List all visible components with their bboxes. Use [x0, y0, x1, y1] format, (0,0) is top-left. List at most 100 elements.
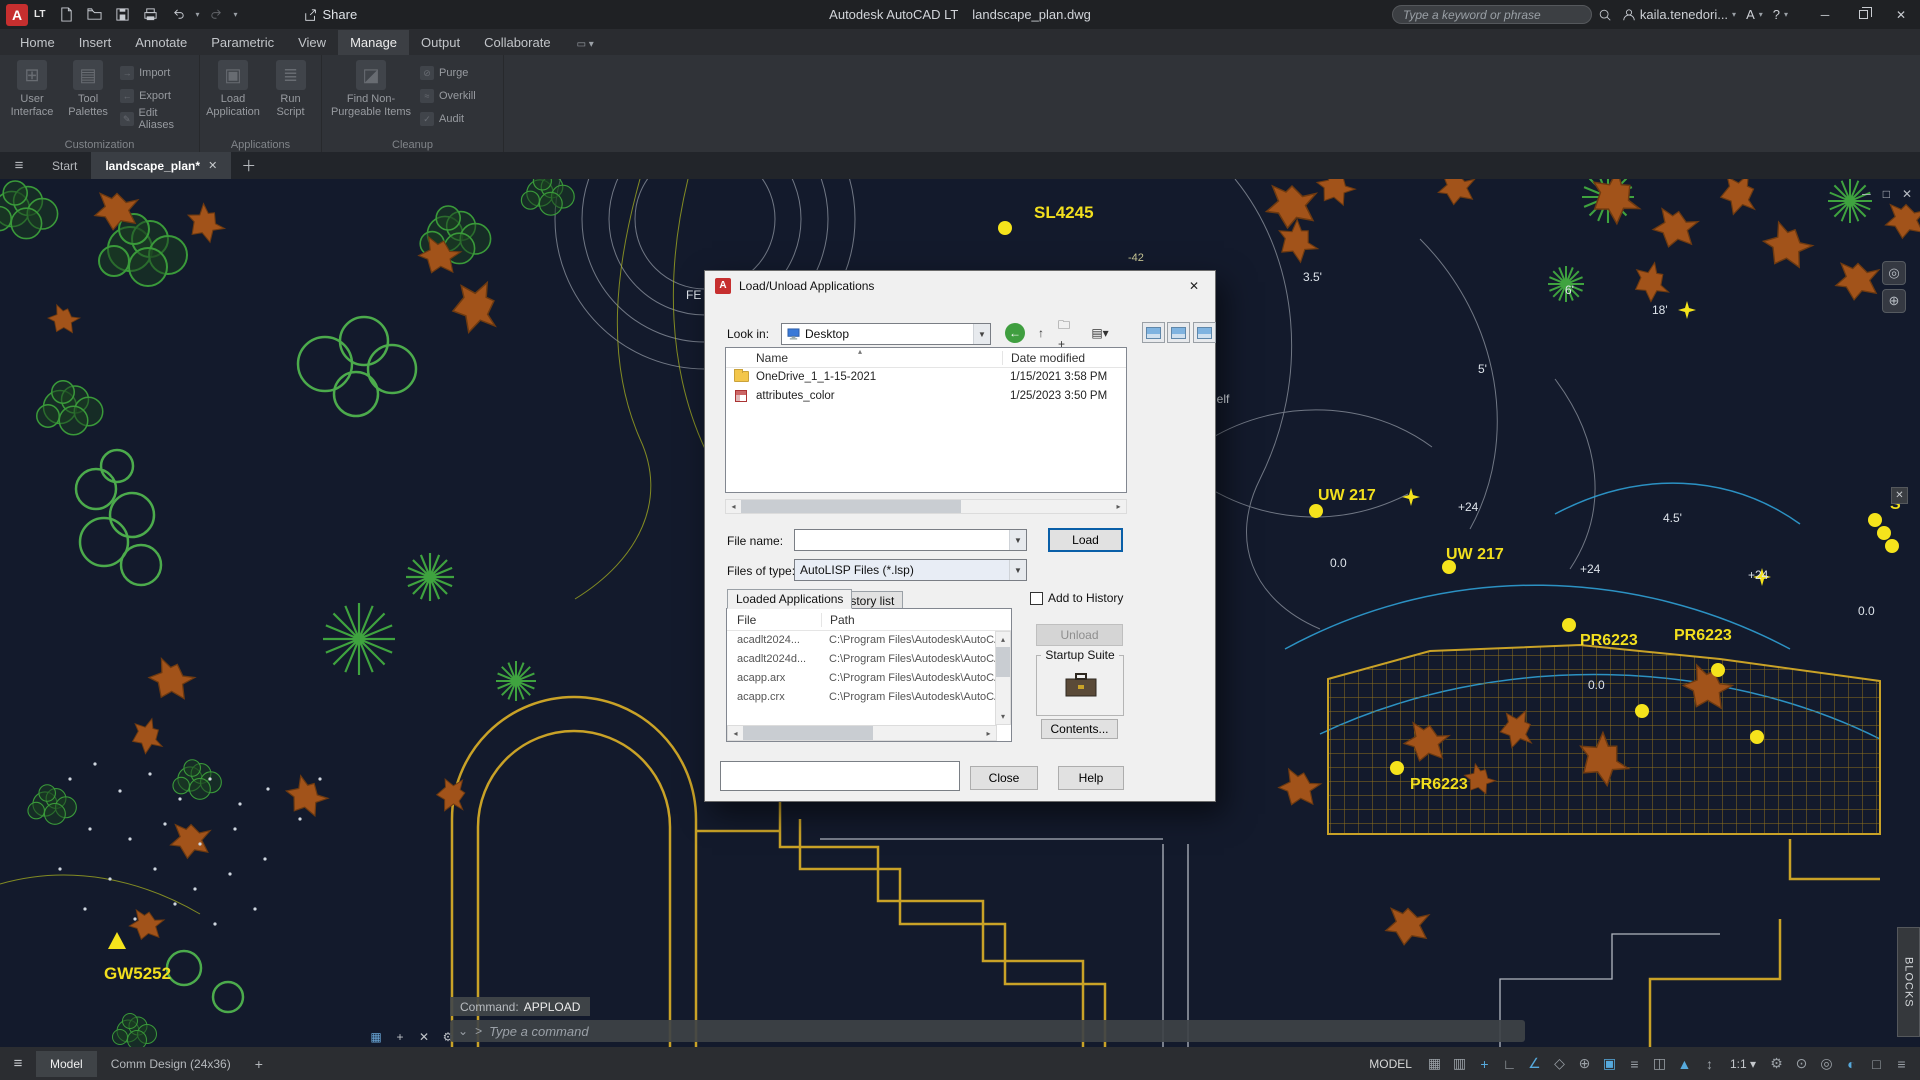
palette-close-icon[interactable]: ✕: [1891, 487, 1908, 504]
audit-button[interactable]: ✓ Audit: [420, 109, 476, 129]
undo-dropdown-icon[interactable]: ▾: [195, 10, 199, 19]
snap-icon[interactable]: ▥: [1447, 1055, 1472, 1072]
customize-icon[interactable]: ≡: [1889, 1056, 1914, 1072]
scroll-left-icon[interactable]: ◂: [726, 500, 741, 513]
autodesk-apps-menu[interactable]: A ▾: [1746, 7, 1763, 22]
overkill-button[interactable]: ≈ Overkill: [420, 86, 476, 106]
briefcase-icon[interactable]: [1064, 672, 1098, 698]
tab-manage[interactable]: Manage: [338, 30, 410, 55]
new-layout-button[interactable]: +: [245, 1050, 273, 1078]
contents-button[interactable]: Contents...: [1041, 719, 1118, 739]
undo-icon[interactable]: [167, 4, 189, 26]
file-tabs-menu-icon[interactable]: ≡: [0, 152, 38, 179]
layout-menu-icon[interactable]: ≡: [0, 1055, 36, 1072]
ribbon-display-options[interactable]: ▭ ▾: [569, 34, 602, 55]
close-button[interactable]: ✕: [1882, 0, 1920, 29]
recent-commands-icon[interactable]: ⌄: [458, 1024, 468, 1038]
look-in-dropdown[interactable]: Desktop ▼: [781, 323, 991, 345]
horizontal-scrollbar[interactable]: ◂ ▸: [725, 499, 1127, 514]
autoscale-icon[interactable]: ↕: [1697, 1056, 1722, 1072]
tab-collaborate[interactable]: Collaborate: [472, 30, 563, 55]
restore-button[interactable]: [1844, 0, 1882, 29]
layout-tab[interactable]: Comm Design (24x36): [97, 1051, 245, 1077]
drawing-close-icon[interactable]: ✕: [1902, 187, 1912, 201]
qat-customize-icon[interactable]: ▾: [234, 10, 238, 19]
tab-view[interactable]: View: [286, 30, 338, 55]
add-to-history-checkbox[interactable]: Add to History: [1030, 591, 1123, 605]
list-item[interactable]: attributes_color 1/25/2023 3:50 PM: [726, 387, 1126, 406]
pan-icon[interactable]: ⊕: [1882, 289, 1906, 313]
thumbnail-option-button-1[interactable]: [1142, 322, 1165, 343]
search-input[interactable]: [1391, 5, 1592, 24]
help-button[interactable]: Help: [1058, 766, 1124, 790]
table-row[interactable]: acadlt2024d... C:\Program Files\Autodesk…: [727, 650, 1011, 669]
loaded-applications-table[interactable]: File Path acadlt2024... C:\Program Files…: [726, 608, 1012, 742]
new-folder-icon[interactable]: 🗀+: [1057, 318, 1077, 351]
tab-loaded-applications[interactable]: Loaded Applications: [727, 589, 853, 609]
annotation-visibility-icon[interactable]: ▲: [1672, 1056, 1697, 1072]
crosshair-icon[interactable]: +: [392, 1029, 408, 1045]
back-icon[interactable]: ←: [1005, 323, 1025, 343]
file-column-header[interactable]: File: [737, 613, 756, 627]
scrollbar-thumb[interactable]: [996, 647, 1010, 677]
tab-landscape-plan[interactable]: landscape_plan* ✕: [91, 152, 232, 179]
scroll-right-icon[interactable]: ▸: [1111, 500, 1126, 513]
model-tab[interactable]: Model: [36, 1050, 97, 1077]
annotation-monitor-icon[interactable]: ⊙: [1789, 1055, 1814, 1072]
help-menu[interactable]: ? ▾: [1773, 7, 1788, 22]
scroll-right-icon[interactable]: ▸: [981, 726, 996, 740]
search-icon[interactable]: [1598, 8, 1612, 22]
close-dialog-button[interactable]: Close: [970, 766, 1038, 790]
save-icon[interactable]: [111, 4, 133, 26]
name-column-header[interactable]: Name: [756, 351, 788, 365]
path-column-header[interactable]: Path: [821, 613, 855, 627]
find-non-purgeable-button[interactable]: ◪ Find Non-Purgeable Items: [330, 60, 412, 134]
redo-icon[interactable]: [206, 4, 228, 26]
model-space-label[interactable]: MODEL: [1369, 1057, 1412, 1071]
scroll-left-icon[interactable]: ◂: [728, 726, 743, 740]
file-browser-list[interactable]: Name ▴ Date modified OneDrive_1_1-15-202…: [725, 347, 1127, 493]
table-row[interactable]: acapp.crx C:\Program Files\Autodesk\Auto…: [727, 688, 1011, 707]
dialog-close-icon[interactable]: ✕: [1179, 276, 1209, 296]
grid-icon[interactable]: ▦: [1422, 1055, 1447, 1072]
dynamic-input-icon[interactable]: +: [1472, 1056, 1497, 1072]
tab-output[interactable]: Output: [409, 30, 472, 55]
date-column-header[interactable]: Date modified: [1002, 351, 1085, 365]
user-interface-button[interactable]: ⊞ User Interface: [8, 60, 56, 134]
vertical-scrollbar[interactable]: ▴ ▾: [995, 631, 1011, 725]
new-drawing-tab-button[interactable]: ＋: [231, 152, 266, 179]
list-header[interactable]: Name ▴ Date modified: [726, 347, 1126, 368]
file-name-input[interactable]: [800, 531, 1004, 549]
up-one-level-icon[interactable]: ↑: [1031, 323, 1051, 343]
tab-parametric[interactable]: Parametric: [199, 30, 286, 55]
tab-insert[interactable]: Insert: [67, 30, 124, 55]
command-input[interactable]: [489, 1023, 1517, 1039]
workspace-settings-icon[interactable]: ⚙: [1764, 1055, 1789, 1072]
load-button[interactable]: Load: [1048, 528, 1123, 552]
scrollbar-thumb[interactable]: [741, 500, 961, 513]
user-account-menu[interactable]: kaila.tenedori... ▾: [1622, 7, 1736, 22]
table-row[interactable]: acapp.arx C:\Program Files\Autodesk\Auto…: [727, 669, 1011, 688]
views-menu-icon[interactable]: ▤▾: [1087, 323, 1113, 343]
scroll-up-icon[interactable]: ▴: [996, 632, 1010, 647]
load-application-button[interactable]: ▣ Load Application: [206, 60, 260, 134]
polar-tracking-icon[interactable]: ∠: [1522, 1055, 1547, 1072]
chevron-down-icon[interactable]: ▼: [1009, 530, 1026, 550]
file-name-combo[interactable]: ▼: [794, 529, 1027, 551]
lineweight-icon[interactable]: ≡: [1622, 1056, 1647, 1072]
open-file-icon[interactable]: [83, 4, 105, 26]
scroll-down-icon[interactable]: ▾: [996, 709, 1010, 724]
object-snap-tracking-icon[interactable]: ⊕: [1572, 1055, 1597, 1072]
navigation-wheel-icon[interactable]: ◎: [1882, 261, 1906, 285]
blocks-palette-tab[interactable]: BLOCKS: [1897, 927, 1920, 1037]
thumbnail-option-button-2[interactable]: [1167, 322, 1190, 343]
object-snap-icon[interactable]: ▣: [1597, 1055, 1622, 1072]
import-button[interactable]: → Import: [120, 63, 193, 83]
isolate-objects-icon[interactable]: ◎: [1814, 1055, 1839, 1072]
files-of-type-dropdown[interactable]: AutoLISP Files (*.lsp) ▼: [794, 559, 1027, 581]
new-file-icon[interactable]: [55, 4, 77, 26]
run-script-button[interactable]: ≣ Run Script: [266, 60, 315, 134]
share-button[interactable]: Share: [304, 7, 357, 22]
close-icon[interactable]: ✕: [208, 159, 217, 172]
isodraft-icon[interactable]: ◇: [1547, 1055, 1572, 1072]
